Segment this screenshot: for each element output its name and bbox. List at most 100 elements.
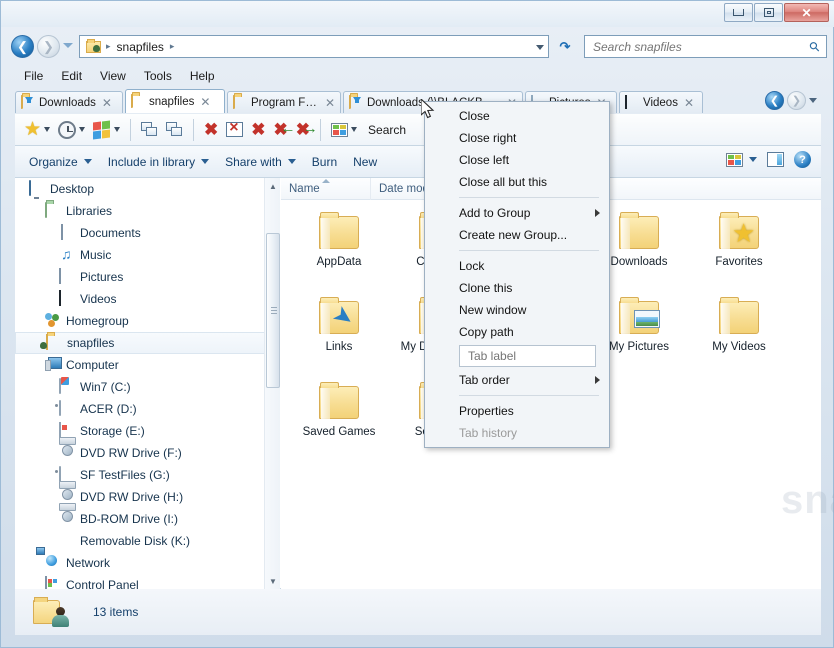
tab-previous-button[interactable]: ❮ <box>765 91 784 110</box>
tab-list-dropdown-icon[interactable] <box>809 98 817 103</box>
context-menu-item-close-left[interactable]: Close left <box>425 149 609 171</box>
new-tab-button[interactable] <box>138 120 161 139</box>
close-button[interactable]: ✕ <box>784 3 829 22</box>
menu-tools[interactable]: Tools <box>135 67 181 85</box>
menu-edit[interactable]: Edit <box>52 67 91 85</box>
back-button[interactable]: ❮ <box>11 35 34 58</box>
tree-item-music[interactable]: ♫ Music <box>15 244 280 266</box>
menu-help[interactable]: Help <box>181 67 224 85</box>
close-window-button[interactable] <box>223 119 246 139</box>
context-menu-item-new-window[interactable]: New window <box>425 299 609 321</box>
user-folder-icon <box>131 93 145 109</box>
tree-item-dvd-f[interactable]: DVD RW Drive (F:) <box>15 442 280 464</box>
tree-item-homegroup[interactable]: Homegroup <box>15 310 280 332</box>
change-view-button[interactable] <box>726 152 757 167</box>
tree-item-pictures[interactable]: Pictures <box>15 266 280 288</box>
scrollbar-thumb[interactable] <box>266 233 280 388</box>
minimize-button[interactable] <box>724 3 753 22</box>
tab-close-icon[interactable]: ✕ <box>200 95 210 109</box>
tree-item-acer-d[interactable]: ACER (D:) <box>15 398 280 420</box>
new-button[interactable]: New <box>349 152 389 172</box>
tab-label-input[interactable] <box>466 348 589 364</box>
context-menu-item-close-all-but-this[interactable]: Close all but this <box>425 171 609 193</box>
file-item-saved-games[interactable]: Saved Games <box>289 376 389 461</box>
close-tab-button[interactable]: ✖ <box>201 119 221 140</box>
search-box[interactable]: ⚲ <box>584 35 827 58</box>
breadcrumb-separator-1[interactable]: ▸ <box>167 41 178 52</box>
download-folder-icon <box>349 94 363 110</box>
search-input[interactable] <box>591 38 811 55</box>
tab-program-files[interactable]: Program Files ✕ <box>227 91 341 113</box>
include-in-library-button[interactable]: Include in library <box>104 152 221 172</box>
toolbar-search-label[interactable]: Search <box>362 123 406 137</box>
restore-button[interactable] <box>754 3 783 22</box>
close-left-button[interactable]: ✖ ← <box>271 119 296 140</box>
tab-close-icon[interactable]: ✕ <box>684 96 694 110</box>
tree-item-removable-k[interactable]: Removable Disk (K:) <box>15 530 280 552</box>
tree-item-computer[interactable]: Computer <box>15 354 280 376</box>
forward-button[interactable]: ❯ <box>37 35 60 58</box>
tree-item-win7-c[interactable]: Win7 (C:) <box>15 376 280 398</box>
file-item-links[interactable]: ➤ Links <box>289 291 389 376</box>
tree-item-documents[interactable]: Documents <box>15 222 280 244</box>
address-bar[interactable]: ▸ snapfiles ▸ <box>79 35 549 58</box>
scroll-down-arrow-icon[interactable]: ▼ <box>265 573 280 589</box>
tab-downloads[interactable]: Downloads ✕ <box>15 91 123 113</box>
tree-item-network[interactable]: Network <box>15 552 280 574</box>
tab-context-menu[interactable]: Close Close right Close left Close all b… <box>424 101 610 448</box>
user-folder-icon <box>33 596 69 628</box>
tab-snapfiles[interactable]: snapfiles ✕ <box>125 89 225 113</box>
navigation-scrollbar[interactable]: ▲ ▼ <box>264 178 280 589</box>
tree-item-desktop[interactable]: Desktop <box>15 178 280 200</box>
tree-item-libraries[interactable]: Libraries <box>15 200 280 222</box>
tree-item-control-panel[interactable]: Control Panel <box>15 574 280 589</box>
tree-item-bdrom-i[interactable]: BD-ROM Drive (I:) <box>15 508 280 530</box>
tree-item-storage-e[interactable]: Storage (E:) <box>15 420 280 442</box>
context-menu-item-clone-this[interactable]: Clone this <box>425 277 609 299</box>
tree-item-videos[interactable]: Videos <box>15 288 280 310</box>
menu-view[interactable]: View <box>91 67 135 85</box>
tree-item-snapfiles[interactable]: snapfiles <box>15 332 280 354</box>
file-item-appdata[interactable]: AppData <box>289 206 389 291</box>
context-menu-item-lock[interactable]: Lock <box>425 255 609 277</box>
column-header-name[interactable]: Name <box>281 177 371 200</box>
breadcrumb-snapfiles[interactable]: snapfiles <box>114 37 167 56</box>
file-item-my-videos[interactable]: My Videos <box>689 291 789 376</box>
context-menu-item-properties[interactable]: Properties <box>425 400 609 422</box>
preview-pane-icon[interactable] <box>767 152 784 167</box>
tree-item-dvd-h[interactable]: DVD RW Drive (H:) <box>15 486 280 508</box>
share-with-button[interactable]: Share with <box>221 152 308 172</box>
address-dropdown-icon[interactable] <box>536 45 544 50</box>
context-menu-item-close[interactable]: Close <box>425 105 609 127</box>
menu-file[interactable]: File <box>15 67 52 85</box>
file-item-favorites[interactable]: ★ Favorites <box>689 206 789 291</box>
tab-label: snapfiles <box>149 95 195 108</box>
recent-pages-dropdown-icon[interactable] <box>63 43 73 48</box>
close-all-tabs-button[interactable]: ✖ <box>248 119 268 140</box>
computer-icon <box>45 357 61 373</box>
organize-button[interactable]: Organize <box>25 152 104 172</box>
favorites-button[interactable]: ★ <box>21 118 53 141</box>
clone-tab-button[interactable] <box>163 120 186 139</box>
share-with-label: Share with <box>225 154 282 169</box>
refresh-button[interactable]: ↷ <box>554 35 576 58</box>
tab-videos[interactable]: Videos ✕ <box>619 91 703 113</box>
navigation-pane[interactable]: Desktop Libraries Documents ♫ Music Pict… <box>15 178 280 589</box>
scroll-up-arrow-icon[interactable]: ▲ <box>265 178 280 194</box>
tab-close-icon[interactable]: ✕ <box>325 96 335 110</box>
tab-label-input-wrapper[interactable] <box>459 345 596 367</box>
burn-button[interactable]: Burn <box>308 152 349 172</box>
context-menu-item-copy-path[interactable]: Copy path <box>425 321 609 343</box>
tree-item-sf-testfiles-g[interactable]: SF TestFiles (G:) <box>15 464 280 486</box>
context-menu-item-close-right[interactable]: Close right <box>425 127 609 149</box>
close-right-button[interactable]: ✖ → <box>293 119 318 140</box>
context-menu-item-create-new-group[interactable]: Create new Group... <box>425 224 609 246</box>
context-menu-item-add-to-group[interactable]: Add to Group <box>425 202 609 224</box>
view-options-button[interactable] <box>328 121 360 139</box>
history-button[interactable] <box>55 119 88 141</box>
windows-menu-button[interactable] <box>90 119 123 141</box>
help-icon[interactable]: ? <box>794 151 811 168</box>
tab-close-icon[interactable]: ✕ <box>102 96 112 110</box>
context-menu-item-tab-order[interactable]: Tab order <box>425 369 609 391</box>
tab-next-button[interactable]: ❯ <box>787 91 806 110</box>
